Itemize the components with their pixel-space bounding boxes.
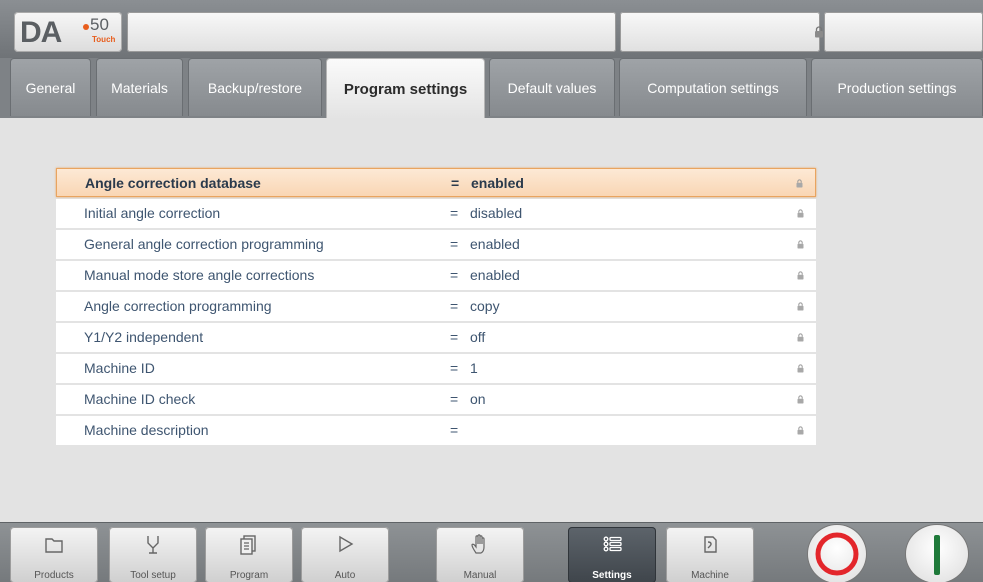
- setting-name: Y1/Y2 independent: [84, 329, 204, 345]
- tab-default-values[interactable]: Default values: [489, 58, 615, 116]
- tab-production-settings[interactable]: Production settings: [811, 58, 983, 116]
- setting-row[interactable]: Machine ID = 1: [56, 354, 816, 383]
- settings-panel: Angle correction database = enabled Initial…: [10, 118, 983, 522]
- tab-label: Computation settings: [647, 79, 779, 96]
- nav-label: Program: [229, 570, 269, 581]
- folder-icon: [45, 538, 63, 553]
- access-field[interactable]: [620, 12, 823, 52]
- setting-row[interactable]: Manual mode store angle corrections = enab…: [56, 261, 816, 290]
- top-bar: DA 50 Touch: [0, 0, 983, 58]
- setting-name: Initial angle correction: [84, 205, 221, 221]
- setting-name: Angle correction database: [85, 175, 261, 191]
- nav-label: Products: [34, 570, 74, 581]
- setting-value: enabled: [470, 267, 520, 283]
- setting-name: Angle correction programming: [84, 298, 272, 314]
- setting-row[interactable]: General angle correction programming = ena…: [56, 230, 816, 259]
- lock-icon: [797, 240, 804, 249]
- lock-icon: [797, 302, 804, 311]
- setting-row[interactable]: Machine ID check = on: [56, 385, 816, 414]
- setting-value: 1: [470, 360, 478, 376]
- tab-label: Program settings: [343, 81, 468, 98]
- setting-row[interactable]: Initial angle correction = disabled: [56, 199, 816, 228]
- nav-machine-button[interactable]: Machine: [666, 527, 754, 582]
- setting-name: Machine ID: [84, 360, 155, 376]
- lock-icon: [797, 271, 804, 280]
- nav-manual-button[interactable]: Manual: [436, 527, 524, 582]
- tab-program-settings[interactable]: Program settings: [326, 58, 485, 120]
- setting-row[interactable]: Angle correction database = enabled: [56, 168, 816, 197]
- start-icon: [934, 535, 940, 575]
- app-window: DA 50 Touch General Materials Backup/res…: [0, 0, 983, 582]
- lock-icon: [797, 333, 804, 342]
- settings-list-icon: [603, 536, 622, 552]
- setting-equals: =: [450, 391, 459, 407]
- nav-label: Settings: [592, 570, 632, 581]
- hand-icon: [471, 534, 485, 554]
- setting-name: Manual mode store angle corrections: [84, 267, 315, 283]
- lock-icon: [797, 395, 804, 404]
- tab-computation-settings[interactable]: Computation settings: [619, 58, 807, 116]
- setting-equals: =: [450, 422, 459, 438]
- program-icon: [240, 535, 256, 555]
- setting-name: General angle correction programming: [84, 236, 324, 252]
- nav-label: Manual: [463, 570, 497, 581]
- lock-icon: [797, 364, 804, 373]
- machine-icon: [704, 536, 717, 553]
- setting-row[interactable]: Machine description =: [56, 416, 816, 445]
- setting-equals: =: [450, 267, 459, 283]
- setting-equals: =: [450, 205, 459, 221]
- tool-setup-icon: [147, 536, 159, 554]
- tab-label: Materials: [111, 79, 168, 96]
- tab-general[interactable]: General: [10, 58, 91, 116]
- setting-name: Machine ID check: [84, 391, 196, 407]
- tab-materials[interactable]: Materials: [96, 58, 183, 116]
- setting-name: Machine description: [84, 422, 209, 438]
- setting-equals: =: [450, 236, 459, 252]
- setting-value: on: [470, 391, 486, 407]
- nav-program-button[interactable]: Program: [205, 527, 293, 582]
- info-field: [824, 12, 983, 52]
- nav-label: Tool setup: [130, 570, 176, 581]
- nav-label: Machine: [691, 570, 729, 581]
- lock-icon: [797, 209, 804, 218]
- lock-icon: [796, 179, 803, 188]
- lock-icon: [815, 26, 823, 38]
- tab-label: Default values: [507, 79, 597, 96]
- stop-button[interactable]: [808, 525, 866, 582]
- nav-label: Auto: [334, 570, 356, 581]
- setting-value: off: [470, 329, 486, 345]
- brand-dot: [83, 24, 89, 30]
- setting-row[interactable]: Angle correction programming = copy: [56, 292, 816, 321]
- status-field: [127, 12, 616, 52]
- brand-model: 50: [90, 15, 109, 34]
- nav-products-button[interactable]: Products: [10, 527, 98, 582]
- setting-equals: =: [450, 298, 459, 314]
- start-button[interactable]: [906, 525, 968, 582]
- nav-auto-button[interactable]: Auto: [301, 527, 389, 582]
- play-icon: [339, 535, 354, 553]
- tab-label: Backup/restore: [207, 79, 303, 96]
- tab-label: General: [25, 79, 76, 96]
- tab-backup-restore[interactable]: Backup/restore: [188, 58, 322, 116]
- setting-value: enabled: [470, 236, 520, 252]
- setting-equals: =: [450, 360, 459, 376]
- setting-equals: =: [451, 175, 460, 191]
- tab-label: Production settings: [837, 79, 957, 96]
- nav-settings-button[interactable]: Settings: [568, 527, 656, 582]
- stop-icon: [815, 532, 859, 576]
- brand-edition: Touch: [92, 35, 116, 44]
- setting-value: enabled: [471, 175, 524, 191]
- nav-tool-setup-button[interactable]: Tool setup: [109, 527, 197, 582]
- tab-bar: General Materials Backup/restore Program…: [0, 58, 983, 120]
- brand-logo-text: DA: [20, 16, 62, 49]
- lock-icon: [797, 426, 804, 435]
- setting-value: disabled: [470, 205, 523, 221]
- setting-equals: =: [450, 329, 459, 345]
- setting-row[interactable]: Y1/Y2 independent = off: [56, 323, 816, 352]
- brand-logo: DA 50 Touch: [14, 12, 122, 52]
- setting-value: copy: [470, 298, 500, 314]
